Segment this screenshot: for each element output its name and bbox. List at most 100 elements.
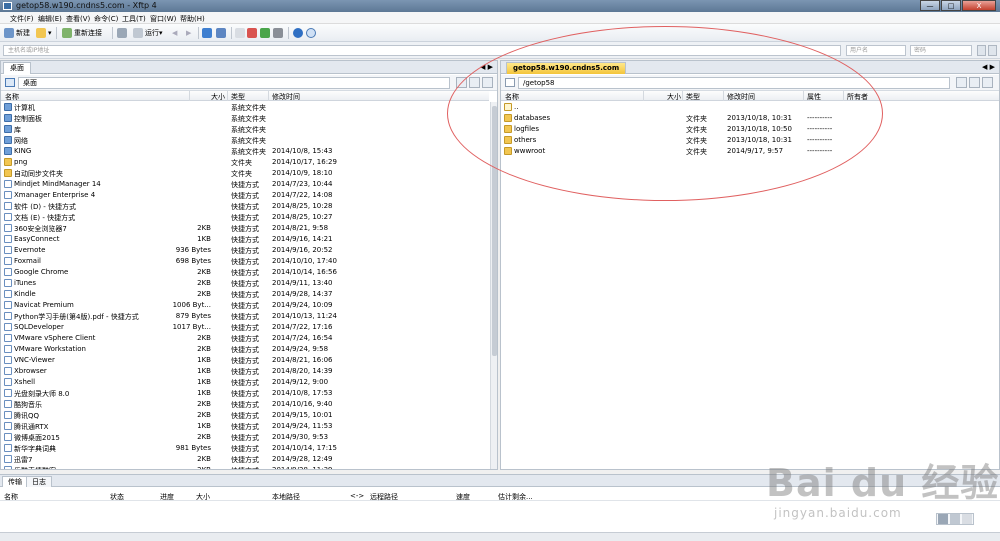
shortcut-icon — [4, 224, 12, 232]
table-row[interactable]: 网络 系统文件夹 — [1, 135, 489, 146]
delete-button[interactable] — [247, 27, 259, 39]
table-row[interactable]: Navicat Premium 1006 Byt... 快捷方式 2014/9/24,… — [1, 300, 489, 311]
properties-button[interactable] — [117, 27, 129, 39]
new-folder-icon[interactable] — [969, 77, 980, 88]
col-modified[interactable]: 修改时间 — [272, 92, 300, 102]
table-row[interactable]: 库 系统文件夹 — [1, 124, 489, 135]
col-eta[interactable]: 估计剩余... — [498, 492, 533, 502]
cell-modified: 2014/7/23, 10:44 — [272, 180, 333, 188]
menu-file[interactable]: 文件(F) — [10, 14, 34, 24]
table-row[interactable]: EasyConnect 1KB 快捷方式 2014/9/16, 14:21 — [1, 234, 489, 245]
menu-view[interactable]: 查看(V) — [66, 14, 90, 24]
tab-log[interactable]: 日志 — [26, 476, 52, 487]
table-row[interactable]: png 文件夹 2014/10/17, 16:29 — [1, 157, 489, 168]
col-type[interactable]: 类型 — [231, 92, 245, 102]
table-row[interactable]: iTunes 2KB 快捷方式 2014/9/11, 13:40 — [1, 278, 489, 289]
watermark-main: Bai du 经验 — [766, 461, 1000, 505]
table-row[interactable]: 腾讯通RTX 1KB 快捷方式 2014/9/24, 11:53 — [1, 421, 489, 432]
menu-tools[interactable]: 工具(T) — [122, 14, 146, 24]
table-row[interactable]: 软件 (D) - 快捷方式 快捷方式 2014/8/25, 10:28 — [1, 201, 489, 212]
close-button[interactable]: X — [962, 0, 996, 11]
table-row[interactable]: 酷狗音乐 2KB 快捷方式 2014/10/16, 9:40 — [1, 399, 489, 410]
username-input[interactable]: 用户名 — [846, 45, 906, 56]
copy-button[interactable] — [235, 27, 247, 39]
menu-help[interactable]: 帮助(H) — [180, 14, 205, 24]
cell-size: 2KB — [197, 400, 211, 408]
minimize-button[interactable]: — — [920, 0, 940, 11]
table-row[interactable]: Mindjet MindManager 14 快捷方式 2014/7/23, 10:… — [1, 179, 489, 190]
sync-button[interactable] — [202, 27, 214, 39]
address-options-button[interactable] — [988, 45, 997, 56]
menu-window[interactable]: 窗口(W) — [150, 14, 176, 24]
password-input[interactable]: 密码 — [910, 45, 972, 56]
table-row[interactable]: 控制面板 系统文件夹 — [1, 113, 489, 124]
menu-edit[interactable]: 编辑(E) — [38, 14, 62, 24]
cell-name: KING — [14, 147, 32, 155]
shortcut-icon — [4, 301, 12, 309]
table-row[interactable]: Google Chrome 2KB 快捷方式 2014/10/14, 16:56 — [1, 267, 489, 278]
new-button[interactable]: 新建 — [4, 27, 30, 39]
table-row[interactable]: KING 系统文件夹 2014/10/8, 15:43 — [1, 146, 489, 157]
table-row[interactable]: 计算机 系统文件夹 — [1, 102, 489, 113]
table-row[interactable]: Foxmail 698 Bytes 快捷方式 2014/10/10, 17:40 — [1, 256, 489, 267]
table-row[interactable]: 微博桌面2015 2KB 快捷方式 2014/9/30, 9:53 — [1, 432, 489, 443]
check-button[interactable] — [260, 27, 272, 39]
forward-button[interactable]: ▶ — [186, 27, 191, 39]
local-path-input[interactable]: 桌面 — [18, 77, 450, 89]
table-row[interactable]: VMware Workstation 2KB 快捷方式 2014/9/24, 9:58 — [1, 344, 489, 355]
cell-name: 腾讯QQ — [14, 412, 40, 420]
help-button[interactable] — [293, 27, 305, 39]
table-row[interactable]: 腾讯QQ 2KB 快捷方式 2014/9/15, 10:01 — [1, 410, 489, 421]
table-row[interactable]: 光盘刻录大师 8.0 1KB 快捷方式 2014/10/8, 17:53 — [1, 388, 489, 399]
reconnect-button[interactable]: 重新连接 — [62, 27, 102, 39]
col-remote-path[interactable]: 远程路径 — [370, 492, 398, 502]
col-local-path[interactable]: 本地路径 — [272, 492, 300, 502]
cell-name: VNC-Viewer — [14, 356, 55, 364]
table-row[interactable]: Xshell 1KB 快捷方式 2014/9/12, 9:00 — [1, 377, 489, 388]
table-row[interactable]: 迅雷7 2KB 快捷方式 2014/9/28, 12:49 — [1, 454, 489, 465]
view-mode-icon[interactable] — [982, 77, 993, 88]
tab-local-desktop[interactable]: 桌面 — [3, 62, 31, 74]
col-name[interactable]: 名称 — [5, 92, 19, 102]
up-folder-icon[interactable] — [956, 77, 967, 88]
table-row[interactable]: Kindle 2KB 快捷方式 2014/9/28, 14:37 — [1, 289, 489, 300]
tab-transfers[interactable]: 传输 — [2, 476, 28, 487]
table-row[interactable]: SQLDeveloper 1017 Byt... 快捷方式 2014/7/22, 17… — [1, 322, 489, 333]
table-row[interactable]: 文档 (E) - 快捷方式 快捷方式 2014/8/25, 10:27 — [1, 212, 489, 223]
cell-name: 计算机 — [14, 104, 35, 112]
cell-size: 2KB — [197, 224, 211, 232]
cell-size: 1KB — [197, 367, 211, 375]
table-row[interactable]: 自动同步文件夹 文件夹 2014/10/9, 18:10 — [1, 168, 489, 179]
col-speed[interactable]: 速度 — [456, 492, 470, 502]
table-row[interactable]: 新华字典词典 981 Bytes 快捷方式 2014/10/14, 17:15 — [1, 443, 489, 454]
col-transfer-progress[interactable]: 进度 — [160, 492, 174, 502]
table-row[interactable]: 360安全浏览器7 2KB 快捷方式 2014/8/21, 9:58 — [1, 223, 489, 234]
chat-button[interactable] — [306, 27, 318, 39]
options-button[interactable] — [273, 27, 285, 39]
transfer-button[interactable] — [216, 27, 228, 39]
menu-command[interactable]: 命令(C) — [94, 14, 118, 24]
col-size[interactable]: 大小 — [211, 92, 225, 102]
run-button[interactable]: 运行 ▾ — [133, 27, 163, 39]
table-row[interactable]: Evernote 936 Bytes 快捷方式 2014/9/16, 20:52 — [1, 245, 489, 256]
maximize-button[interactable]: □ — [941, 0, 961, 11]
cell-type: 系统文件夹 — [231, 137, 266, 145]
col-transfer-status[interactable]: 状态 — [110, 492, 124, 502]
table-row[interactable]: Xbrowser 1KB 快捷方式 2014/8/20, 14:39 — [1, 366, 489, 377]
col-transfer-size[interactable]: 大小 — [196, 492, 210, 502]
back-button[interactable]: ◀ — [172, 27, 177, 39]
connect-button[interactable] — [977, 45, 986, 56]
table-row[interactable]: Xmanager Enterprise 4 快捷方式 2014/7/22, 14:0… — [1, 190, 489, 201]
col-transfer-name[interactable]: 名称 — [4, 492, 18, 502]
cell-name: 360安全浏览器7 — [14, 225, 67, 233]
table-row[interactable]: VNC-Viewer 1KB 快捷方式 2014/8/21, 16:06 — [1, 355, 489, 366]
cell-size: 1KB — [197, 378, 211, 386]
cell-modified: 2014/9/28, 12:49 — [272, 455, 333, 463]
table-row[interactable]: Python学习手册(第4版).pdf - 快捷方式 879 Bytes 快捷方式 2… — [1, 311, 489, 322]
col-direction[interactable]: <-> — [350, 492, 364, 500]
table-row[interactable]: 乐酷表情酷客 2KB 快捷方式 2014/9/28, 11:39 — [1, 465, 489, 469]
open-folder-button[interactable]: ▾ — [36, 27, 52, 39]
table-row[interactable]: VMware vSphere Client 2KB 快捷方式 2014/7/24, 1… — [1, 333, 489, 344]
tab-nav-arrows[interactable]: ◀ ▶ — [982, 63, 995, 71]
cell-type: 快捷方式 — [231, 434, 259, 442]
